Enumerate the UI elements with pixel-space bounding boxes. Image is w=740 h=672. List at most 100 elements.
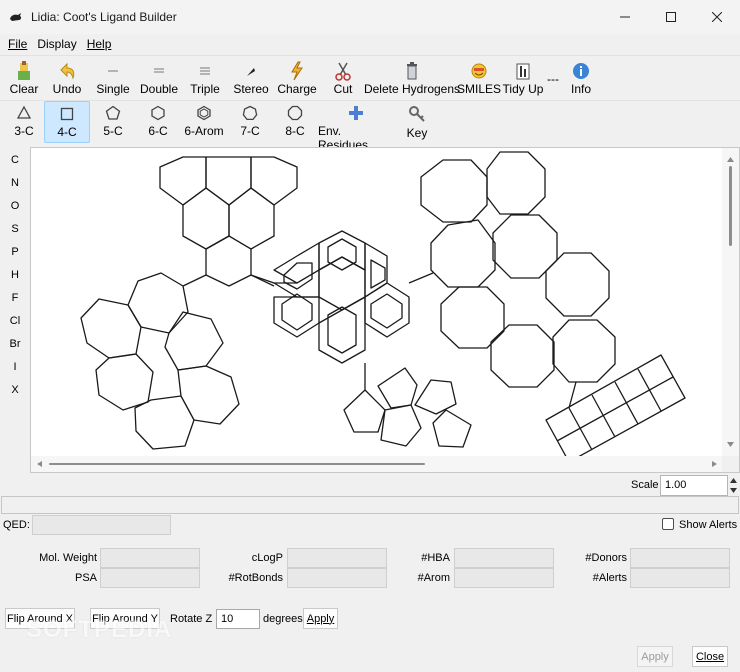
close-window-button[interactable] <box>694 0 740 34</box>
charge-icon <box>291 61 303 81</box>
smiles-button[interactable]: SMILES <box>457 56 501 100</box>
molecule-drawing[interactable] <box>31 148 723 458</box>
maximize-button[interactable] <box>648 0 694 34</box>
tidy-up-icon <box>516 63 530 80</box>
triple-bond-icon <box>200 67 210 75</box>
undo-button[interactable]: Undo <box>44 56 90 100</box>
pentagon-icon <box>105 105 121 120</box>
main-toolbar: Clear Undo Single Double Triple Stereo C… <box>0 55 740 99</box>
show-alerts-checkbox[interactable] <box>662 518 674 530</box>
show-alerts-label: Show Alerts <box>679 519 738 531</box>
stereo-bond-button[interactable]: Stereo <box>228 56 274 100</box>
rotate-angle-input[interactable]: 10 <box>216 609 260 629</box>
element-s[interactable]: S <box>0 217 30 240</box>
env-residues-icon <box>349 106 363 120</box>
hba-field <box>454 548 554 568</box>
info-button[interactable]: Info <box>560 56 602 100</box>
element-x[interactable]: X <box>0 378 30 401</box>
key-button[interactable]: Key <box>394 101 440 143</box>
vertical-scroll-arrows <box>727 157 734 447</box>
scale-spinner-icon[interactable] <box>728 475 739 496</box>
scale-bar: Scale 1.00 <box>0 474 740 496</box>
maximize-icon <box>666 12 676 22</box>
donors-field <box>630 548 730 568</box>
qed-label: QED: <box>3 519 30 531</box>
molecule-canvas[interactable] <box>30 147 740 473</box>
ring-hexagon <box>205 156 252 206</box>
qed-field <box>32 515 171 535</box>
scale-label: Scale <box>631 479 659 491</box>
ring-pentagon <box>380 404 422 447</box>
ring-pentagon <box>432 409 472 448</box>
arom-label: #Arom <box>417 572 450 584</box>
double-bond-button[interactable]: Double <box>136 56 182 100</box>
ring-8c-button[interactable]: 8-C <box>272 101 318 143</box>
clear-icon <box>18 61 30 80</box>
env-residues-button[interactable]: Env. Residues <box>318 101 394 152</box>
canvas-horizontal-scrollbar[interactable] <box>31 456 723 472</box>
watermark: SOFTPEDIA <box>26 616 173 643</box>
double-bond-icon <box>154 68 164 73</box>
element-o[interactable]: O <box>0 194 30 217</box>
canvas-vertical-scrollbar[interactable] <box>722 148 739 458</box>
alerts-field <box>630 568 730 588</box>
ring-6c-button[interactable]: 6-C <box>136 101 180 143</box>
delete-hydrogens-icon <box>407 62 417 80</box>
scrollbar-corner <box>722 456 739 472</box>
clear-button[interactable]: Clear <box>4 56 44 100</box>
arom-field <box>454 568 554 588</box>
element-cl[interactable]: Cl <box>0 309 30 332</box>
scale-input[interactable]: 1.00 <box>660 475 728 496</box>
psa-label: PSA <box>74 572 97 584</box>
ring-3c-button[interactable]: 3-C <box>4 101 44 143</box>
rotate-apply-button[interactable]: Apply <box>303 608 338 629</box>
menu-file[interactable]: File <box>3 37 32 51</box>
element-n[interactable]: N <box>0 171 30 194</box>
psa-field <box>100 568 200 588</box>
single-bond-icon <box>108 70 118 72</box>
heptagon-icon <box>242 105 258 121</box>
ring-pentagon <box>377 367 418 409</box>
undo-icon <box>60 62 75 80</box>
element-palette: C N O S P H F Cl Br I X <box>0 148 30 401</box>
element-f[interactable]: F <box>0 286 30 309</box>
delete-hydrogens-button[interactable]: Delete Hydrogens <box>364 56 460 100</box>
element-h[interactable]: H <box>0 263 30 286</box>
menu-help[interactable]: Help <box>82 37 117 51</box>
menu-display[interactable]: Display <box>32 37 81 51</box>
charge-button[interactable]: Charge <box>274 56 320 100</box>
tidy-up-button[interactable]: Tidy Up <box>500 56 546 100</box>
coronene-core <box>250 230 434 390</box>
element-p[interactable]: P <box>0 240 30 263</box>
close-icon <box>712 12 722 22</box>
triple-bond-button[interactable]: Triple <box>182 56 228 100</box>
apply-button[interactable]: Apply <box>637 646 673 667</box>
ring-6arom-button[interactable]: 6-Arom <box>180 101 228 143</box>
ring-heptagon <box>95 353 154 411</box>
close-button[interactable]: Close <box>692 646 728 667</box>
status-bar <box>1 496 739 514</box>
smiles-icon <box>471 63 487 79</box>
hexagon-icon <box>151 105 165 121</box>
ring-pentagon <box>414 379 457 415</box>
ring-octagon <box>430 219 496 288</box>
ring-heptagon <box>80 298 142 359</box>
cut-icon <box>335 62 351 81</box>
ring-4c-button[interactable]: 4-C <box>44 101 90 143</box>
ring-7c-button[interactable]: 7-C <box>228 101 272 143</box>
minimize-icon <box>620 16 630 18</box>
ring-octagon <box>492 214 558 279</box>
title-bar: Lidia: Coot's Ligand Builder <box>0 0 740 34</box>
single-bond-button[interactable]: Single <box>90 56 136 100</box>
clogp-field <box>287 548 387 568</box>
element-i[interactable]: I <box>0 355 30 378</box>
rotbonds-field <box>287 568 387 588</box>
ring-5c-button[interactable]: 5-C <box>90 101 136 143</box>
cut-button[interactable]: Cut <box>320 56 366 100</box>
minimize-button[interactable] <box>602 0 648 34</box>
donors-label: #Donors <box>585 552 627 564</box>
element-c[interactable]: C <box>0 148 30 171</box>
alerts-label: #Alerts <box>592 572 627 584</box>
element-br[interactable]: Br <box>0 332 30 355</box>
ring-pentagon <box>343 389 386 433</box>
